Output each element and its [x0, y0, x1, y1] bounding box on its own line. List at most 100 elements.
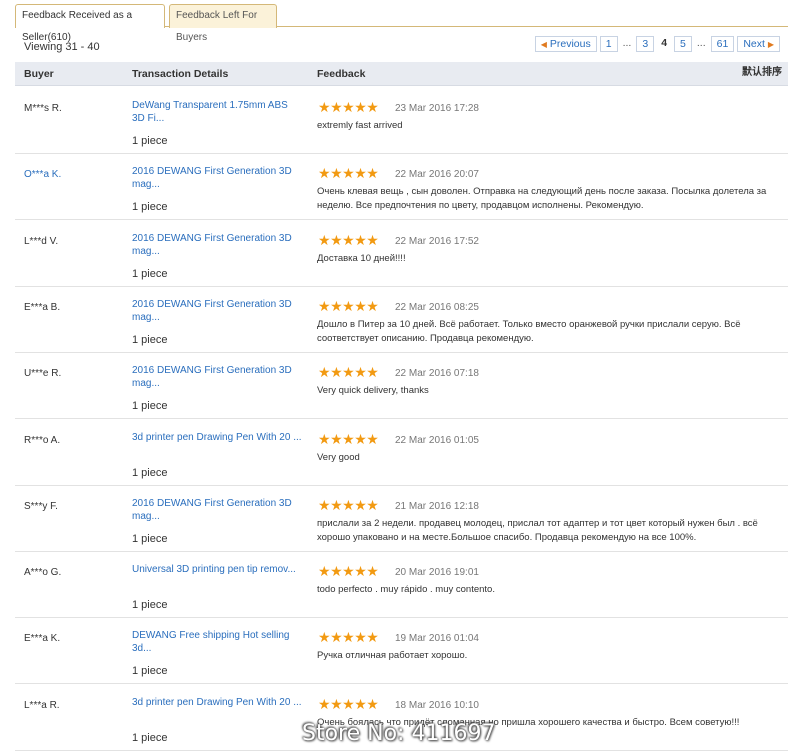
page-ellipsis: ...	[620, 36, 634, 52]
quantity: 1 piece	[132, 599, 168, 612]
star-icon: ★	[366, 99, 379, 115]
star-rating: ★★★★★	[318, 629, 379, 646]
star-icon: ★	[366, 165, 379, 182]
feedback-comment: Дошло в Питер за 10 дней. Всё работает. …	[317, 318, 741, 344]
star-icon: ★	[366, 629, 379, 646]
store-watermark: Store No: 411697	[302, 721, 496, 746]
pagination: ◀ Previous 1 ... 3 4 5 ... 61 Next ▶	[532, 36, 780, 52]
product-link[interactable]: 2016 DEWANG First Generation 3D mag...	[132, 497, 302, 523]
arrow-left-icon: ◀	[540, 40, 547, 49]
page-1[interactable]: 1	[599, 36, 618, 52]
star-rating: ★★★★★	[318, 297, 379, 314]
feedback-date: 18 Mar 2016 10:10	[395, 699, 479, 711]
star-icon: ★	[342, 496, 355, 513]
table-header: Buyer Transaction Details Feedback 默认排序	[15, 62, 788, 86]
star-icon: ★	[318, 165, 331, 182]
star-icon: ★	[342, 364, 355, 381]
quantity: 1 piece	[132, 665, 168, 678]
quantity: 1 piece	[132, 400, 168, 413]
star-icon: ★	[366, 496, 379, 513]
feedback-date: 22 Mar 2016 17:52	[395, 235, 479, 247]
quantity: 1 piece	[132, 731, 168, 744]
next-button[interactable]: Next ▶	[737, 36, 780, 52]
star-icon: ★	[342, 629, 355, 646]
tab-left-for-buyers[interactable]: Feedback Left For Buyers	[169, 4, 277, 43]
star-icon: ★	[342, 695, 355, 712]
tab-received-as-seller[interactable]: Feedback Received as a Seller(610)	[15, 4, 165, 43]
quantity: 1 piece	[132, 333, 168, 346]
table-row: M***s R. DeWang Transparent 1.75mm ABS 3D…	[15, 88, 788, 154]
product-link[interactable]: 2016 DEWANG First Generation 3D mag...	[132, 298, 302, 324]
star-icon: ★	[354, 496, 367, 513]
star-rating: ★★★★★	[318, 165, 379, 182]
star-icon: ★	[366, 430, 379, 447]
quantity: 1 piece	[132, 201, 168, 214]
star-rating: ★★★★★	[318, 99, 379, 115]
star-rating: ★★★★★	[318, 563, 379, 580]
feedback-comment: Доставка 10 дней!!!!	[317, 252, 406, 264]
star-icon: ★	[330, 430, 343, 447]
buyer-name: A***o G.	[24, 567, 62, 579]
table-row: R***o A. 3d printer pen Drawing Pen With …	[15, 420, 788, 486]
feedback-date: 22 Mar 2016 07:18	[395, 368, 479, 380]
page-3[interactable]: 3	[636, 36, 655, 52]
buyer-name: M***s R.	[24, 103, 62, 114]
star-icon: ★	[354, 99, 367, 115]
feedback-date: 20 Mar 2016 19:01	[395, 567, 479, 579]
previous-button[interactable]: ◀ Previous	[534, 36, 597, 52]
page-61[interactable]: 61	[710, 36, 735, 52]
table-row: L***d V. 2016 DEWANG First Generation 3D …	[15, 221, 788, 287]
star-icon: ★	[330, 165, 343, 182]
star-icon: ★	[330, 364, 343, 381]
buyer-name: E***a K.	[24, 633, 61, 645]
product-link[interactable]: 2016 DEWANG First Generation 3D mag...	[132, 232, 302, 258]
star-icon: ★	[342, 563, 355, 580]
star-icon: ★	[354, 165, 367, 182]
star-icon: ★	[366, 297, 379, 314]
quantity: 1 piece	[132, 466, 168, 479]
star-icon: ★	[318, 563, 331, 580]
star-icon: ★	[318, 99, 331, 115]
product-link[interactable]: 3d printer pen Drawing Pen With 20 ...	[132, 431, 302, 444]
star-icon: ★	[318, 629, 331, 646]
feedback-date: 21 Mar 2016 12:18	[395, 500, 479, 512]
table-row: A***o G. Universal 3D printing pen tip re…	[15, 552, 788, 619]
star-rating: ★★★★★	[318, 364, 379, 381]
star-icon: ★	[318, 231, 331, 248]
star-icon: ★	[342, 231, 355, 248]
feedback-date: 22 Mar 2016 08:25	[395, 301, 479, 313]
star-icon: ★	[318, 496, 331, 513]
quantity: 1 piece	[132, 267, 168, 280]
product-link[interactable]: 3d printer pen Drawing Pen With 20 ...	[132, 696, 302, 709]
product-link[interactable]: DeWang Transparent 1.75mm ABS 3D Fi...	[132, 99, 302, 125]
star-icon: ★	[330, 695, 343, 712]
feedback-comment: Очень клевая вещь , сын доволен. Отправк…	[317, 186, 767, 212]
star-icon: ★	[342, 165, 355, 182]
star-icon: ★	[354, 430, 367, 447]
star-icon: ★	[318, 364, 331, 381]
page-5[interactable]: 5	[674, 36, 692, 52]
buyer-name: L***d V.	[24, 235, 59, 247]
feedback-date: 22 Mar 2016 20:07	[395, 169, 479, 181]
table-row: O***a K. 2016 DEWANG First Generation 3D …	[15, 154, 788, 221]
product-link[interactable]: Universal 3D printing pen tip remov...	[132, 563, 302, 576]
product-link[interactable]: 2016 DEWANG First Generation 3D mag...	[132, 364, 302, 390]
feedback-tabs: Feedback Received as a Seller(610) Feedb…	[15, 4, 788, 43]
star-icon: ★	[354, 364, 367, 381]
feedback-comment: Ручка отличная работает хорошо.	[317, 650, 468, 662]
buyer-name[interactable]: O***a K.	[24, 169, 61, 180]
table-row: U***e R. 2016 DEWANG First Generation 3D …	[15, 353, 788, 420]
star-icon: ★	[330, 563, 343, 580]
feedback-comment: extremly fast arrived	[317, 120, 403, 131]
sort-default[interactable]: 默认排序	[742, 63, 782, 78]
table-row: S***y F. 2016 DEWANG First Generation 3D …	[15, 486, 788, 552]
star-icon: ★	[354, 231, 367, 248]
feedback-comment: todo perfecto . muy rápido . muy content…	[317, 584, 495, 596]
star-rating: ★★★★★	[318, 231, 379, 248]
star-icon: ★	[330, 231, 343, 248]
buyer-name: L***a R.	[24, 699, 60, 711]
product-link[interactable]: 2016 DEWANG First Generation 3D mag...	[132, 165, 302, 191]
header-buyer: Buyer	[24, 68, 54, 80]
next-label: Next	[743, 38, 765, 50]
product-link[interactable]: DEWANG Free shipping Hot selling 3d...	[132, 629, 302, 655]
